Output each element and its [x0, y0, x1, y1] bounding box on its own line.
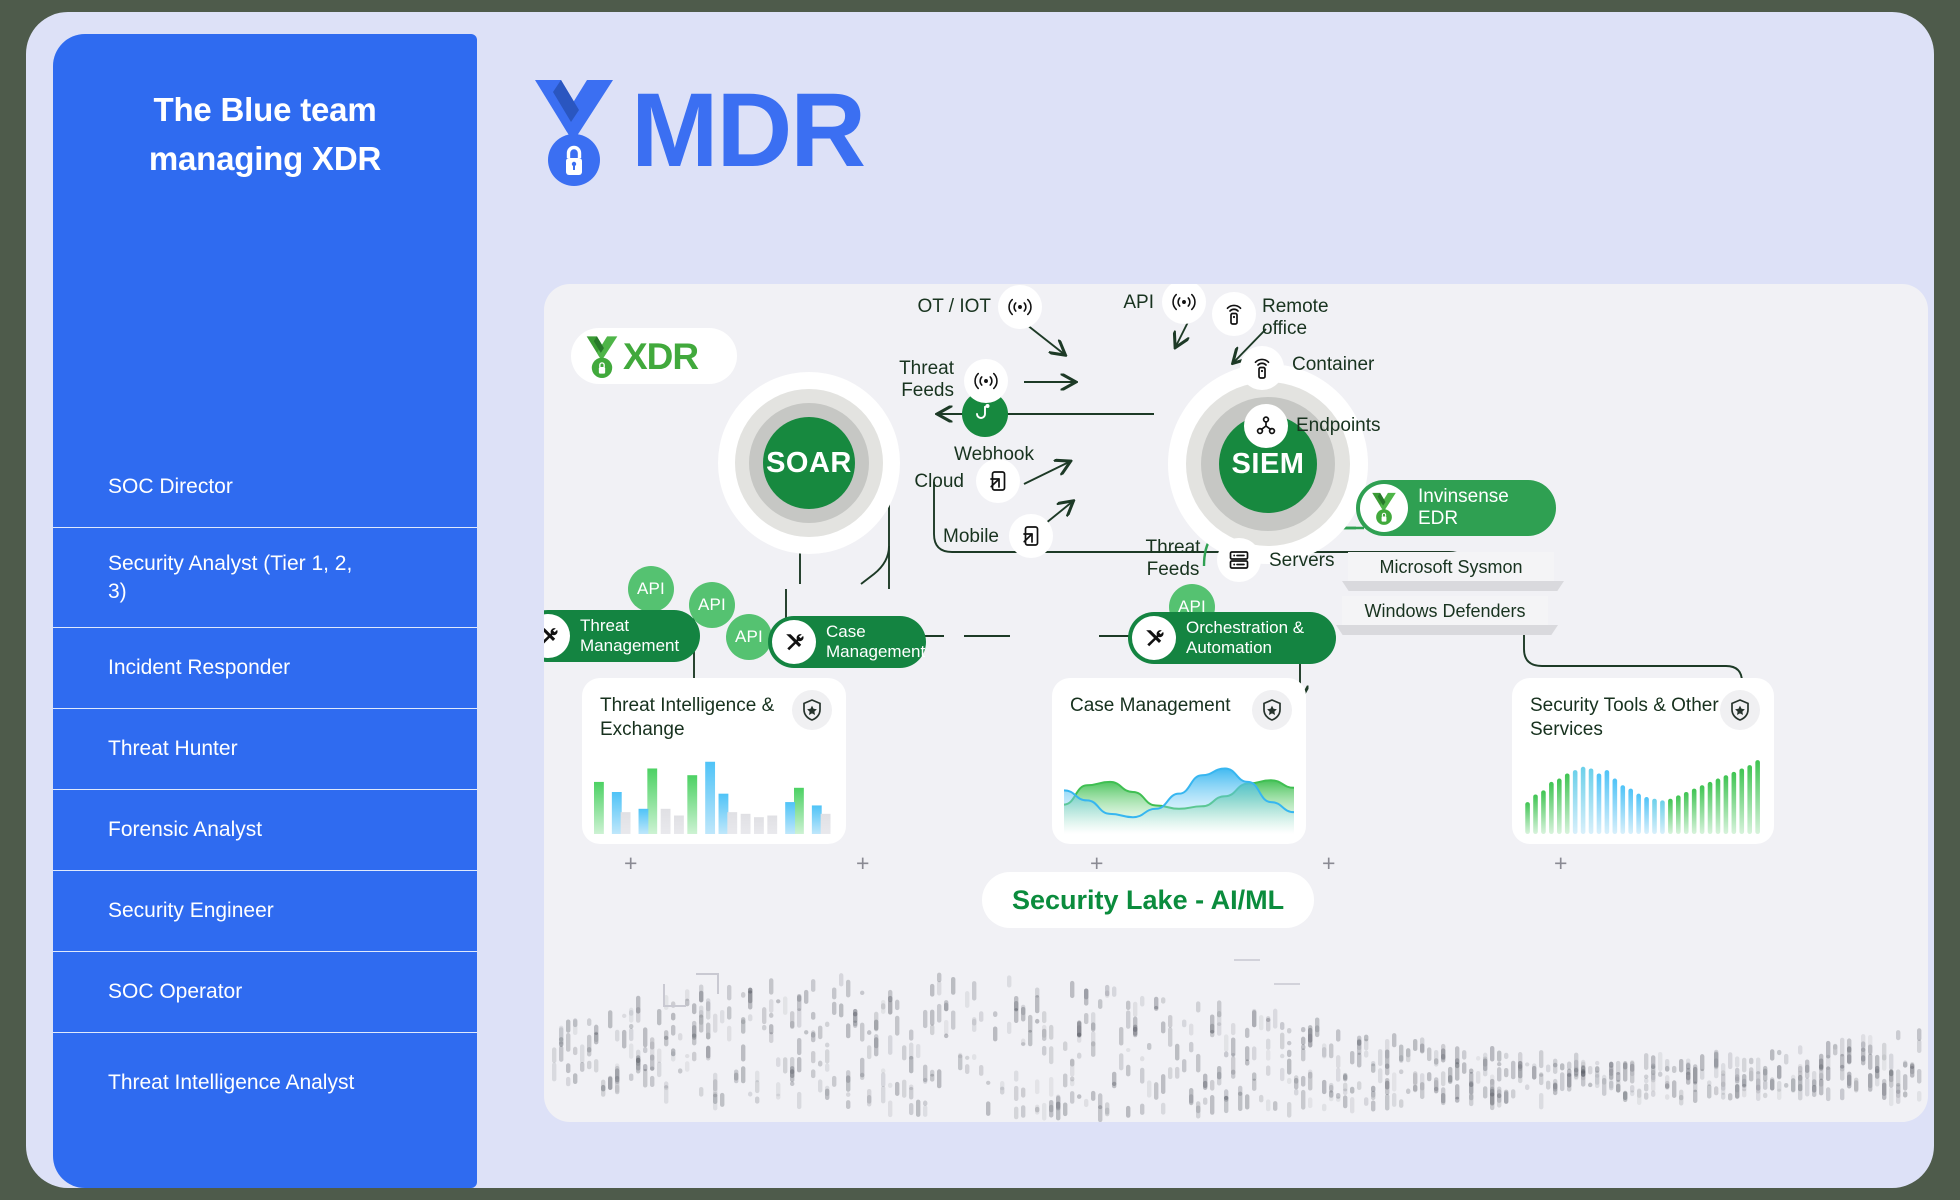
invinsense-medal-lock-icon — [531, 74, 617, 186]
shield-star-icon — [1720, 690, 1760, 730]
source-label-api: API — [1123, 292, 1154, 313]
sidebar-item-threat-intelligence-analyst[interactable]: Threat Intelligence Analyst — [53, 1032, 477, 1132]
broadcast-icon — [964, 359, 1008, 403]
source-label-ot-iot: OT / IOT — [917, 296, 991, 317]
threat-management-label: Threat Management — [580, 616, 680, 655]
threat-management-pill[interactable]: Threat Management — [544, 610, 700, 662]
card-case-management[interactable]: Case Management — [1052, 678, 1306, 844]
sidebar-title-line-1: The Blue team — [153, 91, 377, 128]
source-label-cloud: Cloud — [914, 471, 964, 492]
xdr-badge: XDR — [571, 328, 737, 384]
plate-windows-defenders[interactable]: Windows Defenders — [1342, 596, 1548, 626]
orchestration-automation-label: Orchestration & Automation — [1186, 618, 1305, 657]
mobile-arrow-icon — [976, 459, 1020, 503]
thin-bar-chart-security-tools — [1525, 760, 1760, 834]
card-title: Case Management — [1070, 695, 1231, 716]
security-lake-label: Security Lake - AI/ML — [1012, 884, 1285, 915]
source-label-threat-feeds-right: Threat Feeds — [1145, 537, 1201, 581]
case-management-label: Case Management — [826, 622, 926, 661]
broadcast-icon — [998, 285, 1042, 329]
wifi-device-icon — [1212, 292, 1256, 336]
sidebar-item-security-engineer[interactable]: Security Engineer — [53, 870, 477, 951]
source-label-mobile: Mobile — [943, 526, 999, 547]
invinsense-medal-lock-icon — [586, 336, 618, 378]
role-label: Forensic Analyst — [108, 818, 263, 842]
invinsense-medal-lock-icon — [1360, 484, 1408, 532]
xdr-wordmark: XDR — [623, 335, 699, 377]
role-label: Threat Intelligence Analyst — [108, 1070, 355, 1094]
sidebar-item-security-analyst[interactable]: Security Analyst (Tier 1, 2, 3) — [53, 527, 477, 627]
role-label: SOC Operator — [108, 980, 243, 1004]
sidebar-item-soc-operator[interactable]: SOC Operator — [53, 951, 477, 1032]
plate-microsoft-sysmon[interactable]: Microsoft Sysmon — [1348, 552, 1554, 582]
api-label: API — [636, 579, 665, 598]
role-label: SOC Director — [108, 474, 233, 498]
api-badge-1[interactable]: API — [628, 566, 674, 612]
plus-mark-1: + — [624, 850, 638, 876]
tools-icon — [772, 620, 816, 664]
bar-chart-threat-intel — [594, 761, 831, 834]
area-chart-case-management — [1064, 750, 1294, 834]
orchestration-automation-pill[interactable]: Orchestration & Automation — [1128, 612, 1336, 664]
card-security-tools[interactable]: Security Tools & Other Services — [1512, 678, 1774, 844]
tools-icon — [1132, 616, 1176, 660]
screenshot-root: The Blue team managing XDR SOC Director … — [0, 0, 1960, 1200]
app-stage: The Blue team managing XDR SOC Director … — [26, 12, 1934, 1188]
tools-icon — [544, 614, 570, 658]
source-label-container: Container — [1292, 354, 1375, 375]
wifi-device-icon — [1240, 346, 1284, 390]
plus-mark-5: + — [1554, 850, 1568, 876]
api-badge-3[interactable]: API — [726, 614, 772, 660]
card-threat-intelligence-exchange[interactable]: Threat Intelligence & Exchange — [582, 678, 846, 844]
source-label-threat-feeds-left: Threat Feeds — [899, 358, 954, 402]
sidebar-item-forensic-analyst[interactable]: Forensic Analyst — [53, 789, 477, 870]
siem-hub-label: SIEM — [1231, 447, 1305, 480]
source-label-remote-office: Remote office — [1262, 296, 1329, 340]
xdr-diagram-panel: XDR SOAR SIEM Webhook OT / IOT Threat Fe… — [544, 284, 1928, 1122]
mdr-wordmark: MDR — [631, 71, 866, 189]
sidebar-item-soc-director[interactable]: SOC Director — [53, 446, 477, 527]
plus-mark-4: + — [1322, 850, 1336, 876]
sidebar-title-line-2: managing XDR — [148, 139, 382, 177]
role-label: Incident Responder — [108, 656, 291, 680]
blue-team-sidebar: The Blue team managing XDR SOC Director … — [53, 34, 477, 1188]
role-label: Security Analyst (Tier 1, 2, 3) — [108, 551, 353, 603]
sidebar-item-incident-responder[interactable]: Incident Responder — [53, 627, 477, 708]
invinsense-edr-pill[interactable]: Invinsense EDR — [1356, 480, 1556, 536]
role-list: SOC Director Security Analyst (Tier 1, 2… — [53, 446, 477, 1132]
source-label-endpoints: Endpoints — [1296, 415, 1381, 436]
share-nodes-icon — [1244, 404, 1288, 448]
server-icon — [1217, 538, 1261, 582]
plate-label: Windows Defenders — [1364, 600, 1526, 621]
mobile-arrow-icon — [1009, 514, 1053, 558]
api-label: API — [734, 627, 763, 646]
sidebar-item-threat-hunter[interactable]: Threat Hunter — [53, 708, 477, 789]
invinsense-edr-label: Invinsense EDR — [1418, 486, 1509, 529]
plus-mark-2: + — [856, 850, 870, 876]
soar-hub-label: SOAR — [766, 446, 852, 479]
soar-hub[interactable]: SOAR — [763, 417, 855, 509]
role-label: Security Engineer — [108, 899, 274, 923]
plate-label: Microsoft Sysmon — [1379, 556, 1523, 577]
shield-star-icon — [1252, 690, 1292, 730]
shield-star-icon — [792, 690, 832, 730]
mdr-logo: MDR — [531, 71, 866, 189]
role-label: Threat Hunter — [108, 737, 238, 761]
api-label: API — [697, 595, 726, 614]
sidebar-title: The Blue team managing XDR — [53, 34, 477, 184]
security-lake-pill: Security Lake - AI/ML — [982, 872, 1315, 928]
case-management-pill[interactable]: Case Management — [768, 616, 926, 668]
